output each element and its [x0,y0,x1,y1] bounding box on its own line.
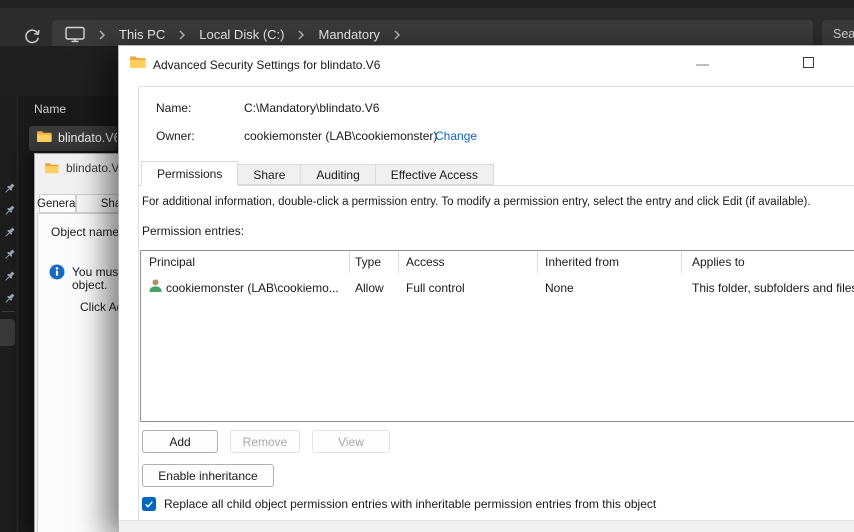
row-type[interactable]: Allow [355,281,384,295]
folder-icon [36,130,52,143]
name-label: Name: [156,101,192,115]
folder-icon [44,162,59,174]
breadcrumb-this-pc[interactable]: This PC [119,27,165,42]
row-inherited-from[interactable]: None [545,281,574,295]
info-text-line2: object. [72,278,108,292]
name-value: C:\Mandatory\blindato.V6 [244,101,380,115]
change-owner-link[interactable]: Change [435,129,477,143]
this-pc-icon[interactable] [65,26,85,43]
chevron-right-icon[interactable] [178,29,186,41]
maximize-icon[interactable] [803,57,814,68]
window-top-strip [0,0,854,8]
object-name-label: Object name [51,225,120,239]
enable-inheritance-button[interactable]: Enable inheritance [142,464,274,487]
owner-value: cookiemonster (LAB\cookiemonster) [244,129,438,143]
tab-permissions[interactable]: Permissions [141,161,239,186]
advanced-security-dialog: Advanced Security Settings for blindato.… [118,45,854,532]
nav-selected-item[interactable] [0,319,15,346]
pin-icon[interactable] [3,204,16,217]
info-text-line1: You mus [72,265,119,279]
column-divider[interactable] [349,251,350,273]
pin-icon[interactable] [3,248,16,261]
pin-icon[interactable] [3,270,16,283]
chevron-right-icon[interactable] [297,29,305,41]
tab-effective-access[interactable]: Effective Access [375,164,494,185]
replace-child-permissions-row: Replace all child object permission entr… [142,497,656,511]
tab-auditing[interactable]: Auditing [301,164,376,185]
permission-entries-label: Permission entries: [142,224,245,238]
nav-section-divider [2,311,15,312]
row-applies-to[interactable]: This folder, subfolders and files [692,281,854,295]
click-advanced-text: Click Ad [80,300,124,314]
col-header-type[interactable]: Type [355,255,381,269]
permission-entries-table: Principal Type Access Inherited from App… [140,250,854,422]
screen: This PC Local Disk (C:) Mandatory Sea Na… [0,0,854,532]
chevron-right-icon[interactable] [393,29,401,41]
advanced-dialog-title: Advanced Security Settings for blindato.… [153,58,381,72]
checkbox-checked-icon[interactable] [142,497,156,511]
replace-child-permissions-label[interactable]: Replace all child object permission entr… [164,497,656,511]
address-bar-row: This PC Local Disk (C:) Mandatory Sea [0,8,854,49]
permissions-description: For additional information, double-click… [142,196,811,208]
pin-icon[interactable] [3,226,16,239]
dialog-footer [119,520,854,532]
file-row-selected[interactable]: blindato.V6 [29,126,117,151]
tab-strip: Permissions Share Auditing Effective Acc… [141,161,494,186]
column-divider[interactable] [537,251,538,273]
search-text: Sea [833,27,854,41]
pin-icon[interactable] [3,182,16,195]
breadcrumb-mandatory[interactable]: Mandatory [318,27,379,42]
owner-label: Owner: [156,129,195,143]
column-divider[interactable] [681,251,682,273]
view-button[interactable]: View [312,430,390,453]
breadcrumb-local-disk-c[interactable]: Local Disk (C:) [199,27,284,42]
col-header-principal[interactable]: Principal [149,255,195,269]
advanced-dialog-titlebar[interactable]: Advanced Security Settings for blindato.… [119,46,854,84]
col-header-applies-to[interactable]: Applies to [692,255,745,269]
row-access[interactable]: Full control [406,281,465,295]
refresh-button[interactable] [20,24,44,48]
properties-dialog-titlebar: blindato.V [44,161,119,175]
properties-dialog-title: blindato.V [66,161,120,175]
col-header-inherited-from[interactable]: Inherited from [545,255,619,269]
navigation-pane-edge [0,96,18,532]
col-header-access[interactable]: Access [406,255,445,269]
add-button[interactable]: Add [142,430,218,453]
user-avatar-icon [148,278,163,293]
advanced-dialog-content-panel: Name: C:\Mandatory\blindato.V6 Owner: co… [138,86,854,522]
column-header-name[interactable]: Name [34,102,66,116]
tab-general[interactable]: General [37,194,78,213]
refresh-icon [23,27,41,45]
pin-icon[interactable] [3,292,16,305]
remove-button[interactable]: Remove [230,430,300,453]
row-principal[interactable]: cookiemonster (LAB\cookiemo... [166,281,339,295]
folder-icon [129,55,146,69]
info-icon [49,264,65,280]
column-divider[interactable] [398,251,399,273]
tab-share[interactable]: Share [238,164,302,185]
file-name: blindato.V6 [58,131,117,145]
chevron-right-icon[interactable] [98,29,106,41]
minimize-icon[interactable] [696,64,709,66]
